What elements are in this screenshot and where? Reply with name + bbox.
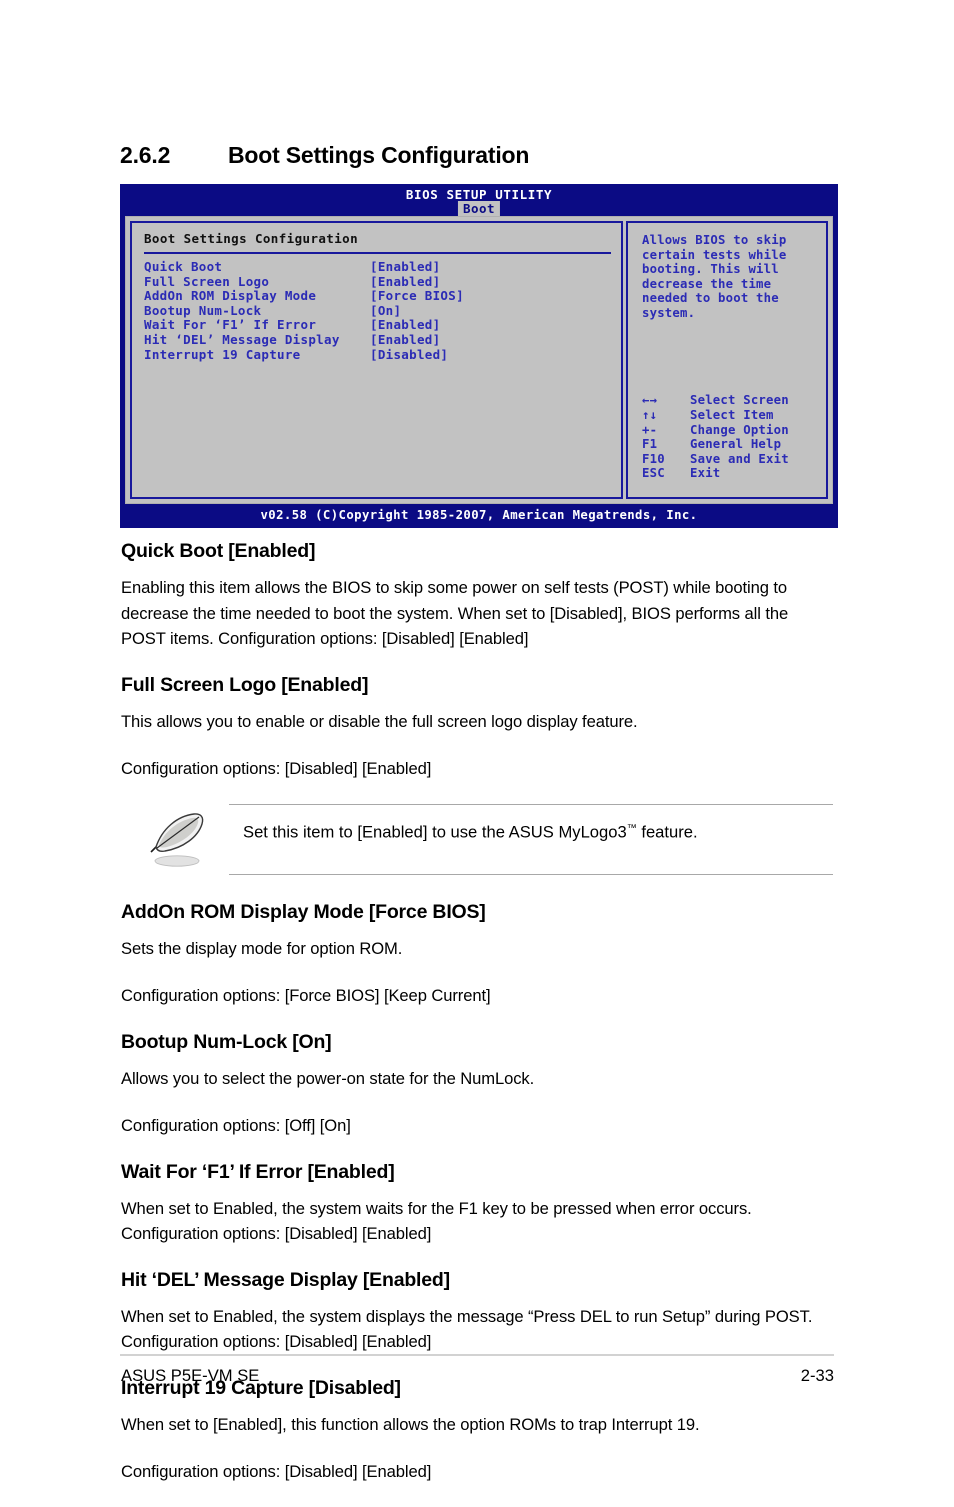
body-bootup-numlock-line2: Configuration options: [Off] [On] [121, 1116, 351, 1135]
bios-key-legend: ←→ Select Screen ↑↓ Select Item +- Change Opt… [642, 393, 789, 481]
bios-option-label: Full Screen Logo [144, 273, 270, 289]
bios-legend-key: ←→ [642, 393, 658, 408]
body-wait-f1: When set to Enabled, the system waits fo… [121, 1198, 752, 1244]
body-bootup-numlock-line1: Allows you to select the power-on state … [121, 1068, 535, 1088]
bios-option-value[interactable]: [On] [370, 303, 401, 319]
heading-wait-f1: Wait For ‘F1’ If Error [Enabled] [121, 1160, 395, 1183]
body-addon-rom-line2: Configuration options: [Force BIOS] [Kee… [121, 986, 491, 1005]
section-number: 2.6.2 [120, 142, 171, 168]
bios-help-panel: Allows BIOS to skip certain tests while … [626, 221, 828, 499]
bios-option-row[interactable]: Full Screen Logo [Enabled] [144, 273, 611, 290]
bios-option-label: Interrupt 19 Capture [144, 346, 301, 362]
document-page: 2.6.2 Boot Settings Configuration BIOS S… [0, 0, 954, 1481]
heading-quick-boot: Quick Boot [Enabled] [121, 540, 316, 562]
bios-legend-label: Select Screen [690, 393, 789, 408]
footer-product-name: ASUS P5E-VM SE [121, 1366, 260, 1385]
section-title: Boot Settings Configuration [228, 142, 530, 168]
bios-legend-label: Save and Exit [690, 451, 789, 466]
body-interrupt-19-line1: When set to [Enabled], this function all… [121, 1414, 700, 1434]
body-quick-boot: Enabling this item allows the BIOS to sk… [121, 578, 789, 648]
quill-pen-icon [121, 804, 229, 875]
note-text-after: feature. [636, 822, 698, 842]
bios-body: Boot Settings Configuration Quick Boot [E… [125, 216, 833, 504]
bios-option-row[interactable]: Interrupt 19 Capture [Disabled] [144, 346, 611, 363]
note-box: Set this item to [Enabled] to use the AS… [121, 803, 833, 875]
bios-option-value[interactable]: [Enabled] [370, 332, 440, 348]
bios-legend-key: +- [642, 422, 658, 437]
bios-legend-row: ←→ Select Screen [642, 393, 789, 408]
bios-option-row[interactable]: Bootup Num-Lock [On] [144, 302, 611, 319]
bios-legend-label: Change Option [690, 422, 789, 437]
bios-legend-key: ↑↓ [642, 408, 658, 423]
trademark-symbol: ™ [626, 822, 637, 834]
heading-hit-del: Hit ‘DEL’ Message Display [Enabled] [121, 1268, 450, 1291]
bios-option-row[interactable]: Wait For ‘F1’ If Error [Enabled] [144, 318, 611, 333]
section-heading: 2.6.2 Boot Settings Configuration [120, 142, 529, 169]
body-full-screen-logo-line2: Configuration options: [Disabled] [Enabl… [121, 759, 432, 778]
heading-bootup-numlock: Bootup Num-Lock [On] [121, 1030, 332, 1053]
note-text: Set this item to [Enabled] to use the AS… [229, 803, 833, 875]
bios-legend-row: +- Change Option [642, 423, 789, 438]
bios-legend-row: F1 General Help [642, 437, 789, 452]
bios-legend-row: ESC Exit [642, 466, 789, 481]
bios-copyright-bar: v02.58 (C)Copyright 1985-2007, American … [260, 508, 698, 522]
bios-option-value[interactable]: [Enabled] [370, 274, 440, 290]
bios-legend-label: Select Item [690, 408, 774, 423]
bios-legend-label: Exit [690, 466, 721, 481]
bios-legend-key: F10 [642, 451, 665, 466]
bios-options-list: Quick Boot [Enabled] Full Screen Logo [Enab… [144, 259, 611, 363]
bios-option-label: AddOn ROM Display Mode [144, 288, 317, 304]
bios-title: BIOS SETUP UTILITY [405, 187, 553, 202]
bios-option-value[interactable]: [Force BIOS] [370, 289, 464, 304]
body-full-screen-logo-line1: This allows you to enable or disable the… [121, 711, 638, 731]
bios-option-value[interactable]: [Disabled] [370, 347, 448, 363]
footer-divider [120, 1354, 834, 1356]
heading-addon-rom: AddOn ROM Display Mode [Force BIOS] [121, 900, 486, 923]
bios-option-value[interactable]: [Enabled] [370, 259, 440, 275]
bios-panel-title: Boot Settings Configuration [144, 231, 358, 246]
body-interrupt-19-line2: Configuration options: [Disabled] [Enabl… [121, 1462, 432, 1481]
body-addon-rom-line1: Sets the display mode for option ROM. [121, 938, 403, 958]
bios-legend-row: F10 Save and Exit [642, 452, 789, 467]
body-hit-del: When set to Enabled, the system displays… [121, 1306, 813, 1352]
bios-legend-key: F1 [642, 437, 658, 452]
bios-legend-row: ↑↓ Select Item [642, 408, 789, 423]
document-content: Quick Boot [Enabled] Enabling this item … [121, 540, 833, 1507]
bios-option-row[interactable]: Hit ‘DEL’ Message Display [Enabled] [144, 331, 611, 348]
bios-option-row[interactable]: AddOn ROM Display Mode [Force BIOS] [144, 289, 611, 304]
bios-option-label: Hit ‘DEL’ Message Display [144, 331, 340, 347]
bios-option-label: Bootup Num-Lock [144, 302, 262, 318]
bios-option-label: Wait For ‘F1’ If Error [144, 317, 317, 333]
bios-titlebar: BIOS SETUP UTILITY Boot [120, 184, 838, 217]
bios-panel-divider [144, 252, 611, 254]
heading-full-screen-logo: Full Screen Logo [Enabled] [121, 673, 369, 696]
bios-option-value[interactable]: [Enabled] [370, 318, 440, 333]
bios-help-text: Allows BIOS to skip certain tests while … [642, 233, 787, 320]
bios-tab-boot[interactable]: Boot [457, 201, 501, 217]
bios-legend-key: ESC [642, 466, 665, 481]
bios-settings-panel: Boot Settings Configuration Quick Boot [E… [130, 221, 623, 499]
bios-option-row[interactable]: Quick Boot [Enabled] [144, 259, 611, 275]
note-text-before: Set this item to [Enabled] to use the AS… [243, 822, 627, 842]
bios-legend-label: General Help [690, 437, 782, 452]
footer-page-number: 2-33 [800, 1366, 834, 1385]
bios-setup-screenshot: BIOS SETUP UTILITY Boot Boot Settings Co… [120, 184, 838, 528]
bios-option-label: Quick Boot [144, 259, 223, 274]
